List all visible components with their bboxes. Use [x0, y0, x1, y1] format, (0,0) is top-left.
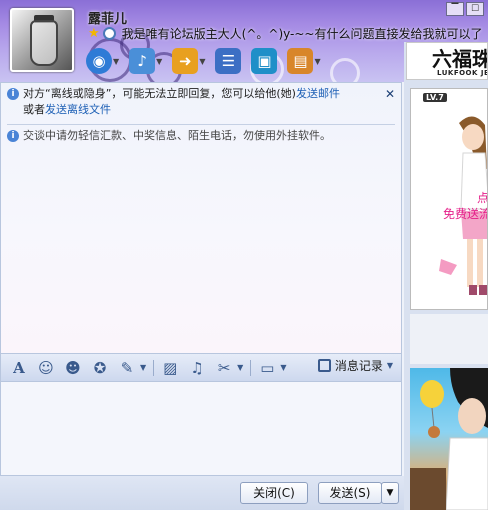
safety-notice: i 交谈中请勿轻信汇款、中奖信息、陌生电话，勿使用外挂软件。	[7, 128, 395, 148]
chevron-down-icon[interactable]: ▼	[140, 363, 146, 372]
star-icon: ★	[88, 25, 100, 41]
bottom-bar: 关闭(C) 发送(S) ▼	[0, 476, 404, 510]
chevron-down-icon[interactable]: ▼	[156, 57, 162, 66]
building-shape	[410, 468, 446, 510]
qq-chat-window: 露菲儿 ★ 我是唯有论坛版主大人(^。^)y-~~有什么问题直接发给我就可以了 …	[0, 0, 488, 510]
chevron-down-icon[interactable]: ▼	[387, 361, 393, 370]
voice-call-icon: ♪	[129, 48, 156, 74]
offline-notice: i 对方“离线或隐身”，可能无法立即回复，您可以给他(她)发送邮件 或者发送离线…	[7, 86, 395, 122]
close-icon[interactable]: ✕	[385, 86, 395, 102]
create-group-button[interactable]: ☰	[215, 48, 242, 74]
send-offline-file-link[interactable]: 发送离线文件	[45, 103, 111, 116]
send-options-dropdown[interactable]: ▼	[381, 482, 399, 504]
leg-shape	[477, 239, 483, 287]
right-panel-spacer	[410, 314, 488, 364]
video-call-button[interactable]: ◉ ▼	[86, 48, 119, 74]
chevron-down-icon[interactable]: ▼	[314, 57, 320, 66]
send-file-icon: ➜	[172, 48, 199, 74]
maximize-button[interactable]: ☐	[466, 2, 484, 16]
toolbar-separator	[153, 359, 155, 376]
shoe-shape	[469, 285, 477, 295]
window-controls: ▔ ☐	[446, 2, 484, 16]
qq-show-panel[interactable]: LV.7 点此 免费送流	[410, 88, 488, 310]
send-button[interactable]: 发送(S)	[318, 482, 382, 504]
emoticon-icon[interactable]: ☺	[34, 357, 58, 379]
ad-banner[interactable]: 六福珠 LUKFOOK JE	[406, 42, 488, 80]
create-group-icon: ☰	[215, 48, 242, 74]
chat-toolbar: ◉ ▼ ♪ ▼ ➜ ▼ ☰ ▣ ▤ ▼	[86, 45, 321, 77]
send-email-link[interactable]: 发送邮件	[296, 87, 340, 100]
jar	[30, 20, 58, 66]
chevron-down-icon[interactable]: ▼	[237, 363, 243, 372]
monkey-shape	[428, 426, 440, 438]
face-shape	[462, 124, 484, 150]
ad-title: 六福珠	[432, 47, 488, 71]
message-history[interactable]: i 对方“离线或隐身”，可能无法立即回复，您可以给他(她)发送邮件 或者发送离线…	[0, 82, 402, 354]
minimize-button[interactable]: ▔	[446, 2, 464, 16]
offline-notice-or: 或者	[23, 103, 45, 116]
apps-icon: ▤	[287, 48, 314, 74]
remote-assist-button[interactable]: ▣	[251, 48, 278, 74]
shoe-shape	[479, 285, 487, 295]
leg-shape	[467, 239, 473, 287]
screenshot-scissors-icon[interactable]: ✂	[212, 357, 236, 379]
chevron-down-icon[interactable]: ▼	[280, 363, 286, 372]
magic-face-icon[interactable]: ☻	[61, 357, 85, 379]
photo-ad-panel[interactable]	[410, 368, 488, 510]
toolbar-separator	[250, 359, 252, 376]
balloon-shape	[420, 380, 444, 408]
history-icon	[317, 359, 331, 372]
decorative-swirl	[330, 58, 360, 82]
contact-signature: 我是唯有论坛版主大人(^。^)y-~~有什么问题直接发给我就可以了	[121, 26, 483, 41]
info-icon: i	[7, 88, 19, 100]
chevron-down-icon[interactable]: ▼	[199, 57, 205, 66]
apps-button[interactable]: ▤ ▼	[287, 48, 321, 74]
send-file-button[interactable]: ➜ ▼	[172, 48, 205, 74]
remote-assist-icon: ▣	[251, 48, 278, 74]
message-history-button[interactable]: 消息记录 ▼	[317, 357, 393, 374]
message-history-label: 消息记录	[334, 359, 383, 373]
safety-notice-text: 交谈中请勿轻信汇款、中奖信息、陌生电话，勿使用外挂软件。	[23, 129, 331, 142]
image-icon[interactable]: ▨	[158, 357, 182, 379]
chevron-down-icon[interactable]: ▼	[113, 57, 119, 66]
shake-icon[interactable]: ✪	[88, 357, 112, 379]
video-call-icon: ◉	[86, 48, 112, 74]
qq-show-promo-text-1: 点此	[477, 191, 488, 205]
doodle-icon[interactable]: ✎	[115, 357, 139, 379]
voice-call-button[interactable]: ♪ ▼	[129, 48, 162, 74]
qzone-icon[interactable]	[102, 26, 116, 40]
balloon-string	[431, 407, 435, 429]
message-input[interactable]	[0, 382, 402, 476]
info-icon: i	[7, 130, 19, 142]
avatar[interactable]	[10, 8, 74, 72]
ad-subtitle: LUKFOOK JE	[437, 69, 488, 77]
status-row: ★ 我是唯有论坛版主大人(^。^)y-~~有什么问题直接发给我就可以了	[88, 25, 488, 41]
briefcase-icon[interactable]: ▭	[255, 357, 279, 379]
person-shirt-shape	[445, 437, 488, 510]
format-toolbar: A ☺ ☻ ✪ ✎ ▼ ▨ ♫ ✂ ▼ ▭ ▼ 消息记录 ▼	[0, 354, 402, 382]
font-icon[interactable]: A	[7, 357, 31, 379]
right-side-panel: 六福珠 LUKFOOK JE LV.7 点此 免费送流	[404, 42, 488, 510]
qq-show-promo-text-2: 免费送流	[443, 207, 488, 221]
close-button[interactable]: 关闭(C)	[240, 482, 308, 504]
chat-panel: i 对方“离线或隐身”，可能无法立即回复，您可以给他(她)发送邮件 或者发送离线…	[0, 82, 404, 510]
person-face-shape	[458, 398, 486, 434]
photo-ad-image	[410, 368, 488, 510]
sparkle-shape	[439, 259, 457, 275]
music-icon[interactable]: ♫	[185, 357, 209, 379]
divider	[7, 124, 395, 125]
offline-notice-text: 对方“离线或隐身”，可能无法立即回复，您可以给他(她)	[23, 87, 296, 100]
